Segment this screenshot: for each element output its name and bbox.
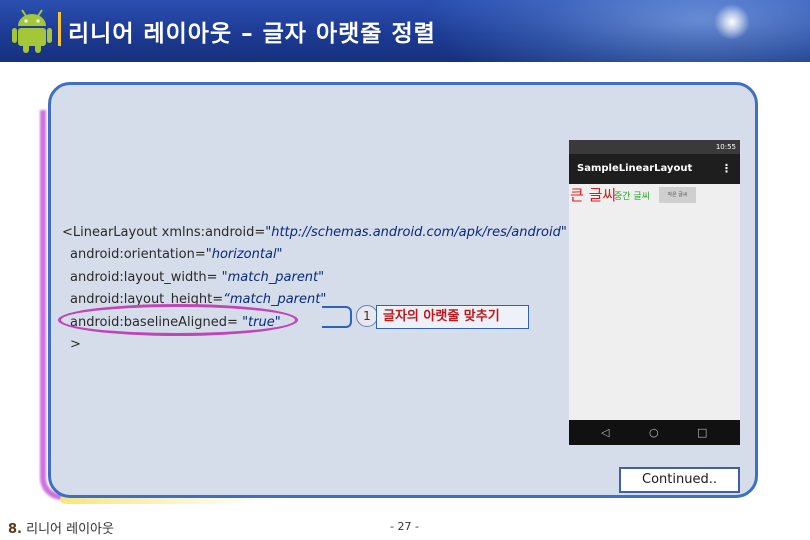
section-number: 8. bbox=[8, 522, 22, 537]
code-value: “match_parent" bbox=[223, 292, 327, 308]
phone-app-title: SampleLinearLayout bbox=[577, 163, 693, 174]
phone-status-bar: 10:55 bbox=[569, 140, 740, 154]
code-value: "horizontal" bbox=[205, 247, 283, 263]
phone-screenshot: 10:55 SampleLinearLayout ⋮ 큰 글씨 중간 글씨 작은… bbox=[569, 140, 740, 445]
code-line-6: > bbox=[70, 337, 81, 353]
android-icon bbox=[12, 9, 52, 53]
phone-time: 10:55 bbox=[715, 143, 736, 151]
title-separator bbox=[58, 12, 61, 46]
back-icon: ◁ bbox=[601, 426, 610, 439]
page-number: - 27 - bbox=[390, 520, 419, 533]
phone-nav-bar: ◁ ○ □ bbox=[569, 420, 740, 445]
code-attr: android:orientation= bbox=[70, 247, 206, 263]
code-attr: <LinearLayout xmlns:android= bbox=[62, 225, 266, 240]
medium-text-button: 중간 글씨 bbox=[614, 192, 650, 202]
footer-section: 8. 리니어 레이아웃 bbox=[8, 518, 114, 537]
recents-icon: □ bbox=[697, 426, 708, 439]
header-light-sweep bbox=[420, 0, 810, 62]
slide-title: 리니어 레이아웃 – 글자 아랫줄 정렬 bbox=[68, 21, 436, 47]
phone-content: 큰 글씨 중간 글씨 작은 글씨 bbox=[569, 184, 740, 420]
section-title: 리니어 레이아웃 bbox=[26, 522, 114, 537]
callout-number-badge: 1 bbox=[356, 305, 378, 327]
home-icon: ○ bbox=[649, 426, 659, 439]
code-line-2: android:orientation="horizontal" bbox=[62, 244, 562, 266]
overflow-menu-icon: ⋮ bbox=[721, 162, 732, 175]
code-attr: android:layout_width= bbox=[70, 269, 218, 285]
code-value: "match_parent" bbox=[221, 269, 325, 285]
small-text-button: 작은 글씨 bbox=[659, 187, 696, 203]
slide-header: 리니어 레이아웃 – 글자 아랫줄 정렬 bbox=[0, 0, 810, 62]
continued-button[interactable]: Continued.. bbox=[619, 467, 740, 493]
callout-label: 글자의 아랫줄 맞추기 bbox=[376, 305, 529, 329]
xml-code-block: <LinearLayout xmlns:android="http://sche… bbox=[62, 222, 567, 356]
big-text-button: 큰 글씨 bbox=[570, 186, 617, 204]
code-value: "http://schemas.android.com/apk/res/andr… bbox=[265, 225, 567, 240]
phone-app-bar: SampleLinearLayout ⋮ bbox=[569, 154, 740, 184]
code-line-1: <LinearLayout xmlns:android="http://sche… bbox=[62, 222, 567, 244]
baseline-highlight-oval bbox=[58, 304, 298, 336]
code-line-3: android:layout_width= "match_parent" bbox=[62, 267, 562, 289]
callout-bracket bbox=[328, 306, 352, 328]
header-glow bbox=[714, 4, 750, 40]
